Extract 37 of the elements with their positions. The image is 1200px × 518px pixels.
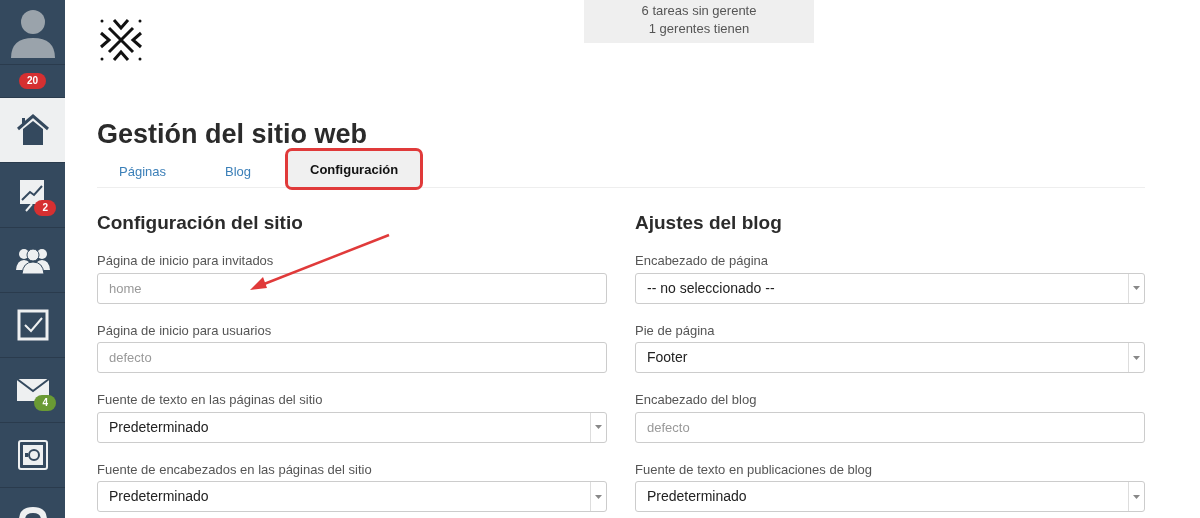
section-heading: Configuración del sitio <box>97 212 304 236</box>
field-label: Fuente de encabezados en las páginas del sitio <box>97 460 373 479</box>
notice-text: 1 gerentes tienen <box>647 20 751 38</box>
input-field[interactable]: home <box>97 272 607 304</box>
field-label: Encabezado del blog <box>635 391 758 410</box>
caret-icon <box>595 425 602 430</box>
field-label: Fuente de texto en las páginas del sitio <box>97 391 324 410</box>
safe-icon[interactable] <box>16 439 49 471</box>
select-field[interactable]: Footer <box>635 342 1145 374</box>
field-label: Página de inicio para invitados <box>97 252 275 271</box>
select-field[interactable]: Predeterminado <box>97 411 607 443</box>
field-label: Pie de página <box>635 321 716 340</box>
input-field[interactable]: defecto <box>635 411 1145 443</box>
page-title: Gestión del sitio web <box>97 118 369 151</box>
tab[interactable]: Blog <box>203 156 273 187</box>
home-icon[interactable] <box>15 114 50 146</box>
tab[interactable]: Páginas <box>97 156 188 187</box>
users-icon[interactable] <box>15 246 50 274</box>
caret-icon <box>595 494 602 499</box>
field-label: Página de inicio para usuarios <box>97 321 273 340</box>
caret-icon <box>1133 286 1140 291</box>
select-field[interactable]: -- no seleccionado -- <box>635 272 1145 304</box>
caret-icon <box>1133 355 1140 360</box>
caret-icon <box>1133 494 1140 499</box>
count-badge: 20 <box>18 73 47 89</box>
input-field[interactable]: defecto <box>97 342 607 374</box>
select-field[interactable]: Predeterminado <box>635 481 1145 513</box>
notice-text: 6 tareas sin gerente <box>640 2 758 20</box>
count-badge: 2 <box>34 200 56 216</box>
checkbox-icon[interactable] <box>16 309 49 341</box>
field-label: Encabezado de página <box>635 252 769 271</box>
tab[interactable]: Configuración <box>288 151 421 188</box>
section-heading: Ajustes del blog <box>635 212 783 236</box>
field-label: Fuente de texto en publicaciones de blog <box>635 460 874 479</box>
count-badge: 4 <box>34 395 56 411</box>
logo <box>97 16 145 64</box>
select-field[interactable]: Predeterminado <box>97 481 607 513</box>
